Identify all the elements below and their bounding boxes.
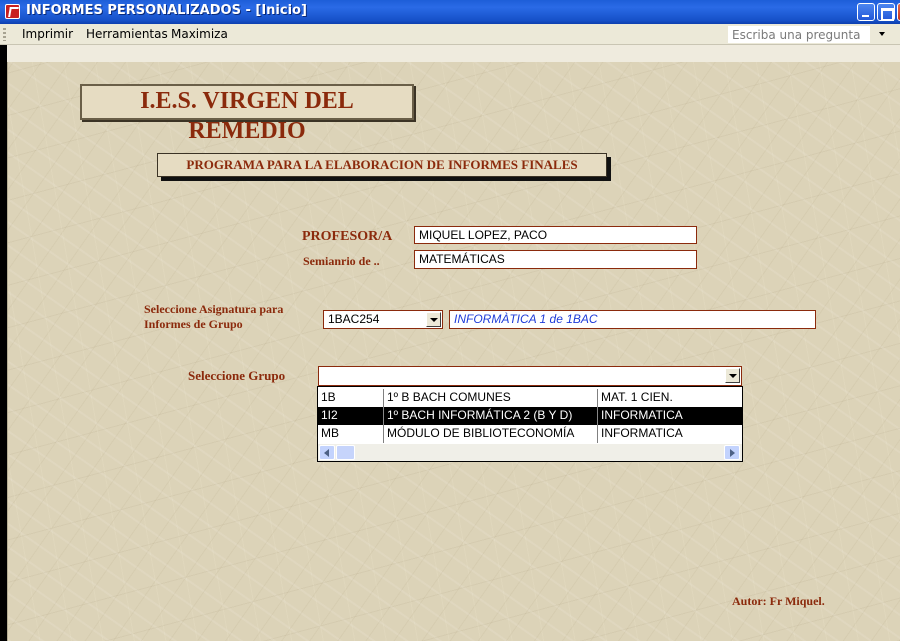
horizontal-scrollbar[interactable] [318,444,742,461]
grupo-option-dept: INFORMATICA [601,408,683,422]
window-title: INFORMES PERSONALIZADOS - [Inicio] [26,3,307,18]
grupo-option-code: MB [321,426,339,440]
asignatura-label: Seleccione Asignatura para Informes de G… [144,302,284,331]
asignatura-select[interactable]: 1BAC254 [323,310,443,329]
grupo-option-selected[interactable]: 1I2 1º BACH INFORMÁTICA 2 (B Y D) INFORM… [318,407,742,425]
main-form [7,62,900,641]
grupo-option-name: 1º B BACH COMUNES [387,390,511,404]
seminario-field[interactable]: MATEMÁTICAS [414,250,697,269]
asignatura-code: 1BAC254 [328,312,380,326]
asignatura-dropdown-icon[interactable] [426,312,441,327]
grupo-dropdown-list: 1B 1º B BACH COMUNES MAT. 1 CIEN. 1I2 1º… [317,386,743,462]
grupo-option-dept: MAT. 1 CIEN. [601,390,673,404]
grupo-option-code: 1B [321,390,336,404]
grupo-option-name: MÓDULO DE BIBLIOTECONOMÍA [387,426,575,440]
scroll-right-icon[interactable] [724,445,740,460]
title-bar: INFORMES PERSONALIZADOS - [Inicio] [0,0,900,24]
grupo-option-dept: INFORMATICA [601,426,683,440]
profesor-field[interactable]: MIQUEL LOPEZ, PACO [414,226,697,244]
grupo-option-code: 1I2 [321,408,338,422]
profesor-label: PROFESOR/A [302,229,393,244]
program-title: PROGRAMA PARA LA ELABORACION DE INFORMES… [157,153,607,177]
grupo-dropdown-icon[interactable] [725,368,740,383]
restore-button[interactable] [877,3,895,21]
menu-item-imprimir[interactable]: Imprimir [22,27,73,41]
grupo-select[interactable] [318,366,742,386]
help-dropdown-icon[interactable] [879,32,885,36]
grupo-option[interactable]: 1B 1º B BACH COMUNES MAT. 1 CIEN. [318,389,742,407]
menu-bar: Imprimir Herramientas Maximiza Escriba u… [0,24,900,45]
menu-item-maximiza[interactable]: Maximiza [171,27,228,41]
menu-item-herramientas[interactable]: Herramientas [86,27,168,41]
grupo-option[interactable]: MB MÓDULO DE BIBLIOTECONOMÍA INFORMATICA [318,425,742,443]
workspace-top-band [0,45,900,62]
help-search-input[interactable]: Escriba una pregunta [728,26,870,43]
scroll-thumb[interactable] [336,445,355,460]
minimize-button[interactable] [857,3,875,21]
author-credit: Autor: Fr Miquel. [732,594,825,608]
school-title: I.E.S. VIRGEN DEL REMEDIO [80,84,414,144]
app-icon[interactable] [5,4,20,19]
workspace-left-band [0,45,7,641]
asignatura-name-field[interactable]: INFORMÀTICA 1 de 1BAC [449,310,816,329]
seminario-label: Semianrio de .. [303,254,380,268]
grupo-option-name: 1º BACH INFORMÁTICA 2 (B Y D) [387,408,573,422]
toolbar-grip-icon[interactable] [3,28,6,41]
scroll-left-icon[interactable] [319,445,335,460]
grupo-label: Seleccione Grupo [188,368,286,383]
